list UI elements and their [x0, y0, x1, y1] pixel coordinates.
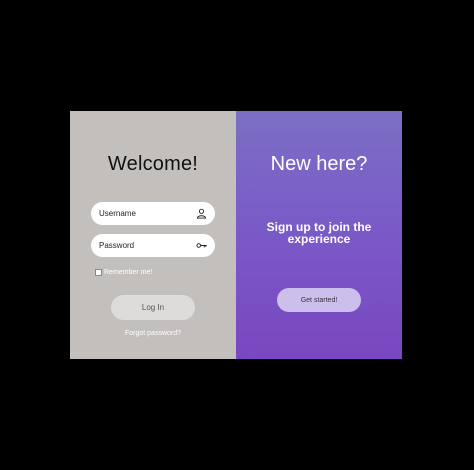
password-field[interactable] [91, 234, 215, 257]
auth-card: Welcome! Remember me! Log In [70, 111, 402, 359]
welcome-title: Welcome! [107, 153, 199, 175]
new-here-title: New here? [270, 153, 368, 175]
remember-label: Remember me! [104, 268, 153, 276]
username-field[interactable] [91, 202, 215, 225]
get-started-button[interactable]: Get started! [277, 288, 361, 312]
page-background: Welcome! Remember me! Log In [0, 0, 474, 470]
signup-panel: New here? Sign up to join the experience… [236, 111, 402, 359]
login-button[interactable]: Log In [111, 295, 195, 320]
login-panel: Welcome! Remember me! Log In [70, 111, 236, 359]
user-icon [196, 208, 207, 219]
remember-checkbox[interactable] [95, 268, 102, 276]
username-input[interactable] [99, 202, 189, 225]
remember-me[interactable]: Remember me! [95, 267, 152, 277]
forgot-password-link[interactable]: Forgot password? [70, 330, 236, 337]
signup-tagline: Sign up to join the experience [266, 220, 372, 246]
key-icon [196, 243, 207, 248]
password-input[interactable] [99, 234, 189, 257]
